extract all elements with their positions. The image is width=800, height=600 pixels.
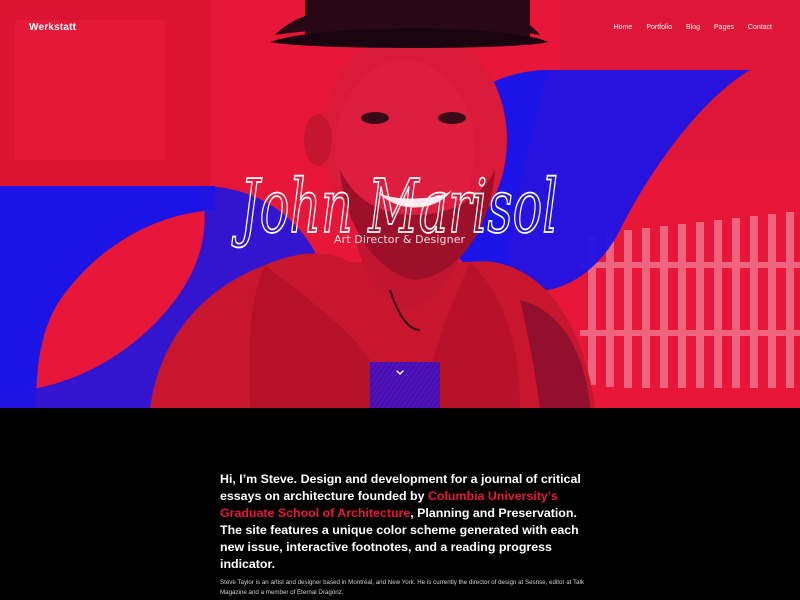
nav-item-portfolio[interactable]: Portfolio (646, 24, 672, 31)
hero-section: Werkstatt Home Portfolio Blog Pages Cont… (0, 0, 800, 408)
main-nav: Home Portfolio Blog Pages Contact (614, 24, 772, 31)
chevron-down-icon[interactable] (394, 367, 406, 379)
nav-item-blog[interactable]: Blog (686, 24, 700, 31)
top-navigation-bar: Werkstatt Home Portfolio Blog Pages Cont… (0, 0, 800, 56)
page: Werkstatt Home Portfolio Blog Pages Cont… (0, 0, 800, 600)
intro-paragraph: Hi, I’m Steve. Design and development fo… (220, 471, 590, 573)
nav-item-contact[interactable]: Contact (748, 24, 772, 31)
nav-item-home[interactable]: Home (614, 24, 633, 31)
bio-paragraph: Steve Taylor is an artist and designer b… (220, 579, 584, 596)
site-logo[interactable]: Werkstatt (29, 22, 76, 33)
about-section: Hi, I’m Steve. Design and development fo… (0, 408, 800, 600)
nav-item-pages[interactable]: Pages (714, 24, 734, 31)
hero-portrait-image (0, 0, 800, 408)
hero-tagline: Art Director & Designer (334, 233, 466, 246)
